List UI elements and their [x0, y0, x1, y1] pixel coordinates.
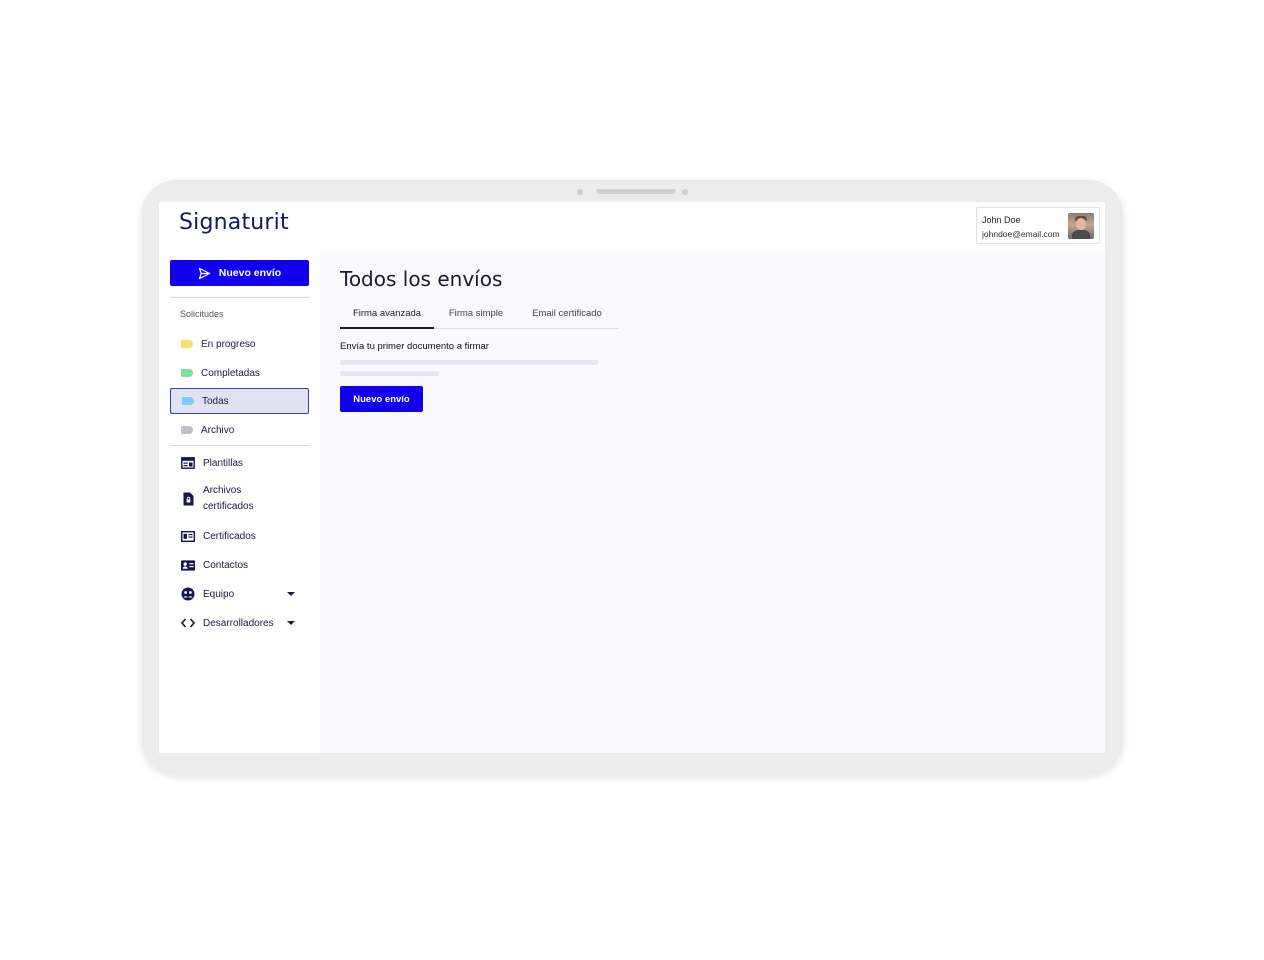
template-icon	[181, 456, 195, 470]
placeholder-line	[340, 371, 439, 376]
gray-tag-icon	[181, 426, 193, 434]
avatar	[1068, 213, 1094, 239]
tab-simple-signature[interactable]: Firma simple	[440, 308, 512, 329]
blue-tag-icon	[182, 397, 194, 405]
sidebar-item-label: Equipo	[203, 588, 235, 600]
sidebar-item-archive[interactable]: Archivo	[170, 417, 309, 443]
sidebar-item-in-progress[interactable]: En progreso	[170, 331, 309, 357]
contact-card-icon	[181, 558, 195, 572]
sidebar-item-certified-files[interactable]: Archivos certificados	[170, 482, 309, 516]
sidebar-item-templates[interactable]: Plantillas	[170, 450, 309, 476]
tablet-camera-dot-left	[577, 189, 583, 195]
sidebar: Nuevo envío Solicitudes En progreso Comp…	[159, 251, 320, 753]
user-menu[interactable]: John Doe johndoe@email.com	[976, 207, 1100, 244]
tab-bar: Firma avanzada Firma simple Email certif…	[340, 308, 618, 329]
tablet-speaker-bar	[596, 189, 676, 194]
sidebar-item-contacts[interactable]: Contactos	[170, 552, 309, 578]
sidebar-item-label: Todas	[202, 395, 229, 407]
tab-certified-email[interactable]: Email certificado	[521, 308, 613, 329]
sidebar-item-label: Contactos	[203, 559, 249, 571]
tab-advanced-signature[interactable]: Firma avanzada	[340, 308, 434, 329]
sidebar-divider	[170, 297, 310, 298]
user-name: John Doe	[982, 215, 1021, 225]
sidebar-divider	[170, 445, 310, 446]
sidebar-item-label: Desarrolladores	[203, 617, 274, 629]
new-send-button[interactable]: Nuevo envío	[170, 260, 309, 286]
tablet-camera-dot-right	[682, 189, 688, 195]
chevron-down-icon[interactable]	[287, 592, 295, 596]
sidebar-item-label: Archivo	[201, 424, 235, 436]
sidebar-item-developers[interactable]: Desarrolladores	[170, 610, 309, 636]
green-tag-icon	[181, 369, 193, 377]
yellow-tag-icon	[181, 340, 193, 348]
sidebar-item-certificates[interactable]: Certificados	[170, 523, 309, 549]
chevron-down-icon[interactable]	[287, 621, 295, 625]
new-send-primary-button[interactable]: Nuevo envío	[340, 386, 423, 412]
certified-file-icon	[181, 492, 195, 506]
page-title: Todos los envíos	[340, 267, 503, 291]
main-content: Todos los envíos Firma avanzada Firma si…	[320, 251, 1105, 753]
placeholder-line	[340, 360, 598, 365]
section-label-requests: Solicitudes	[180, 309, 224, 319]
app-screen: Signaturit John Doe johndoe@email.com Nu…	[159, 202, 1105, 753]
sidebar-item-team[interactable]: Equipo	[170, 581, 309, 607]
send-icon	[198, 267, 210, 279]
user-email: johndoe@email.com	[982, 229, 1060, 239]
sidebar-item-label: Completadas	[201, 367, 260, 379]
team-icon	[181, 587, 195, 601]
sidebar-item-label: Archivos certificados	[203, 485, 254, 512]
sidebar-item-completed[interactable]: Completadas	[170, 360, 309, 386]
certificate-icon	[181, 529, 195, 543]
sidebar-item-all[interactable]: Todas	[170, 388, 309, 414]
sidebar-item-label: En progreso	[201, 338, 256, 350]
sidebar-item-label: Plantillas	[203, 457, 244, 469]
empty-state-title: Envía tu primer documento a firmar	[340, 341, 489, 352]
app-logo[interactable]: Signaturit	[179, 210, 289, 235]
tab-label: Firma simple	[448, 308, 504, 319]
new-send-button-label: Nuevo envío	[218, 267, 282, 279]
tab-label: Email certificado	[532, 308, 602, 319]
tablet-frame: Signaturit John Doe johndoe@email.com Nu…	[142, 180, 1123, 774]
tab-label: Firma avanzada	[352, 308, 422, 319]
sidebar-item-label: Certificados	[203, 530, 256, 542]
code-icon	[181, 616, 195, 630]
